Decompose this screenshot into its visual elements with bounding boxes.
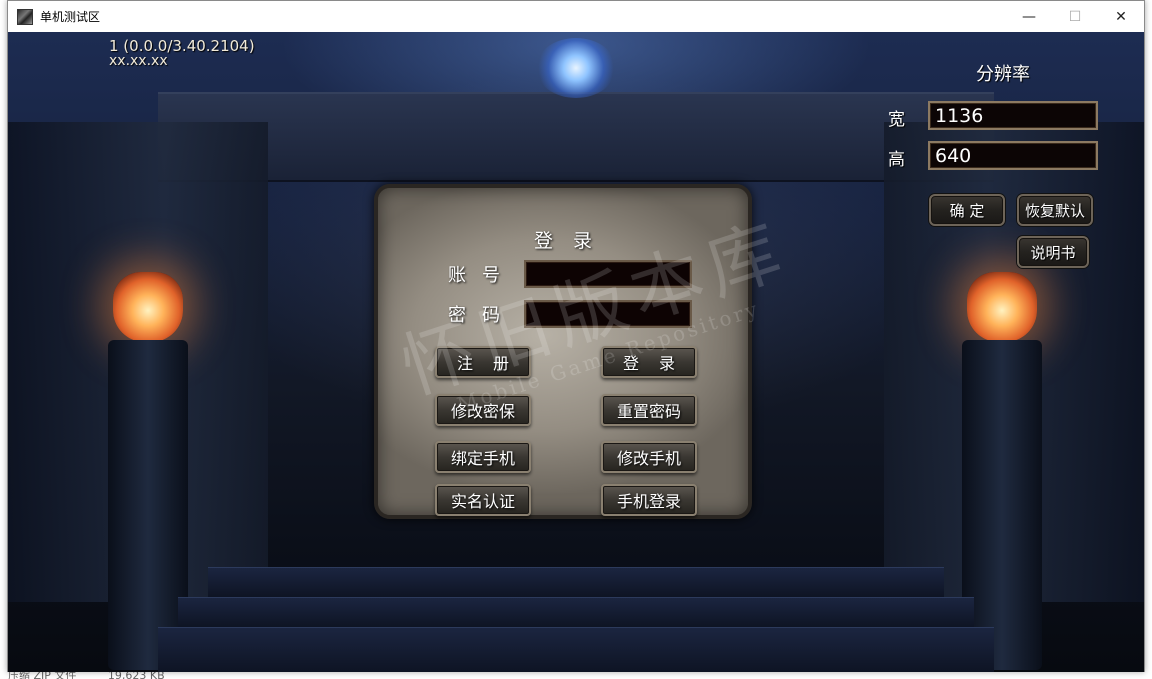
temple-step-1 [208,567,944,597]
register-button[interactable]: 注册 [435,346,531,378]
resolution-width-label: 宽 [888,110,905,130]
version-server: xx.xx.xx [109,53,168,69]
change-security-button[interactable]: 修改密保 [435,394,531,426]
version-info: 1 (0.0.0/3.40.2104) xx.xx.xx [109,39,255,69]
ceiling-light [536,38,616,98]
password-label: 密码 [448,305,516,326]
close-button[interactable]: ✕ [1098,1,1144,32]
title-bar[interactable]: 单机测试区 — ☐ ✕ [8,1,1144,32]
password-input[interactable] [524,300,692,328]
real-name-auth-button[interactable]: 实名认证 [435,484,531,516]
resolution-title: 分辨率 [976,64,1030,85]
left-pillar-body [108,340,188,670]
login-panel: 登录 账号 密码 注册 登录 修改密保 重置密码 绑定手机 修改手机 实名认证 … [374,184,752,519]
right-pillar-body [962,340,1042,670]
temple-step-2 [178,597,974,627]
change-phone-button[interactable]: 修改手机 [601,441,697,473]
phone-login-button[interactable]: 手机登录 [601,484,697,516]
account-input[interactable] [524,260,692,288]
right-lamp-icon [967,272,1037,342]
resolution-restore-default-button[interactable]: 恢复默认 [1017,194,1093,226]
temple-step-3 [158,627,994,672]
minimize-button[interactable]: — [1006,1,1052,32]
login-button[interactable]: 登录 [601,346,697,378]
bind-phone-button[interactable]: 绑定手机 [435,441,531,473]
window-controls: — ☐ ✕ [1006,1,1144,32]
manual-button[interactable]: 说明书 [1017,236,1089,268]
left-lamp-icon [113,272,183,342]
login-title: 登录 [533,230,612,252]
version-number: 1 (0.0.0/3.40.2104) [109,37,255,55]
resolution-width-input[interactable] [928,101,1098,130]
window-title: 单机测试区 [40,10,101,24]
resolution-height-input[interactable] [928,141,1098,170]
resolution-height-label: 高 [888,150,905,170]
reset-password-button[interactable]: 重置密码 [601,394,697,426]
temple-lintel [158,92,994,182]
game-canvas[interactable]: 1 (0.0.0/3.40.2104) xx.xx.xx 分辨率 宽 高 确 定… [8,32,1144,672]
game-window: 单机测试区 — ☐ ✕ 1 (0.0.0/3.40.2104) xx.xx.xx… [7,0,1145,672]
resolution-confirm-button[interactable]: 确 定 [929,194,1005,226]
maximize-button[interactable]: ☐ [1052,1,1098,32]
account-label: 账号 [448,265,516,286]
app-icon [17,8,33,25]
